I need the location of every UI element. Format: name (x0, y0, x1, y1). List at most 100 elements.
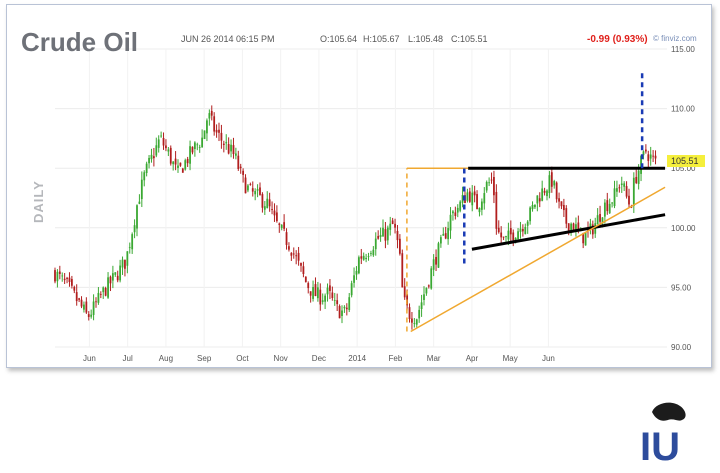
candle-body (437, 243, 440, 268)
candle-body (314, 284, 317, 297)
candle-body (157, 139, 160, 148)
candle-body (442, 233, 445, 236)
bull-bear-icon (652, 402, 686, 421)
candle-body (599, 214, 601, 222)
candle-body (56, 271, 59, 282)
candle-body (560, 201, 563, 207)
candle-body (220, 132, 223, 141)
candle-body (242, 170, 245, 175)
candle-body (97, 292, 100, 303)
candle-body (538, 198, 541, 202)
candle-body (278, 223, 281, 225)
candle-body (425, 287, 428, 294)
candle-body (500, 232, 503, 238)
candle-body (326, 287, 329, 295)
candle-body (567, 223, 570, 231)
candle-body (546, 190, 548, 197)
candle-body (152, 156, 155, 159)
candle-body (418, 309, 421, 319)
x-tick-label-8: Feb (389, 354, 403, 363)
candle-body (389, 223, 392, 230)
candle-body (63, 278, 66, 281)
candle-body (493, 177, 495, 196)
last-price-label: 105.51 (671, 156, 699, 166)
candle-body (309, 291, 312, 296)
x-tick-label-1: Jul (123, 354, 133, 363)
candle-body (244, 177, 247, 194)
candle-body (374, 238, 377, 250)
candle-body (307, 283, 310, 289)
candle-body (198, 147, 201, 148)
candle-body (114, 272, 117, 275)
candle-body (471, 192, 474, 206)
candle-body (372, 249, 375, 256)
candle-body (237, 155, 240, 169)
candle-body (413, 323, 416, 325)
candle-body (623, 183, 626, 187)
header-datetime: JUN 26 2014 06:15 PM (181, 34, 275, 44)
candle-body (427, 285, 430, 287)
candle-body (391, 220, 394, 224)
candle-body (603, 202, 606, 217)
candle-body (131, 234, 134, 250)
candle-body (140, 179, 143, 200)
candle-body (104, 288, 107, 296)
candle-body (649, 154, 652, 159)
header-change: -0.99 (0.93%) (587, 34, 648, 45)
candle-body (343, 306, 346, 309)
candle-body (512, 232, 515, 241)
candle-body (102, 287, 105, 293)
chart-title: Crude Oil (21, 27, 138, 57)
candle-body (519, 228, 522, 232)
candle-body (249, 184, 252, 185)
candle-body (70, 279, 73, 286)
candle-body (606, 200, 609, 212)
candle-body (543, 190, 546, 193)
logo-text: IU (640, 425, 680, 466)
candle-body (432, 259, 435, 270)
x-axis: Jun Jul Aug Sep Oct Nov Dec 2014 Feb Mar Apr May Jun (83, 354, 555, 363)
candle-body (225, 142, 228, 144)
candle-body (396, 230, 399, 241)
iu-logo: IU (640, 402, 686, 466)
candle-body (66, 277, 68, 279)
header-open: O:105.64 (320, 34, 357, 44)
candle-body (285, 232, 288, 245)
y-tick-label-5: 90.00 (671, 343, 692, 352)
candle-body (652, 155, 655, 157)
candle-body (505, 236, 507, 238)
candle-body (449, 214, 452, 231)
candle-body (553, 181, 556, 186)
candle-body (509, 228, 512, 235)
candle-body (232, 145, 235, 155)
candle-body (280, 224, 283, 229)
candle-body (435, 256, 437, 265)
candle-body (558, 198, 560, 202)
candle-body (517, 231, 519, 240)
candle-body (283, 222, 286, 229)
candle-body (254, 191, 257, 195)
candle-body (529, 207, 532, 222)
candle-body (613, 188, 616, 207)
x-tick-label-11: May (503, 354, 518, 363)
candle-body (411, 318, 413, 323)
candle-body (360, 256, 363, 259)
candle-body (637, 170, 640, 184)
candle-body (485, 181, 488, 191)
candle-body (562, 205, 565, 211)
chart-frame: 115.00 110.00 105.00 100.00 95.00 90.00 Jun Ju… (6, 4, 712, 368)
candle-body (261, 194, 264, 208)
candle-body (99, 294, 102, 295)
candle-body (379, 234, 382, 237)
candle-body (58, 271, 61, 274)
candle-body (218, 129, 220, 133)
candle-body (398, 238, 401, 254)
candle-body (526, 221, 529, 226)
candle-body (635, 176, 638, 183)
candle-body (488, 182, 491, 184)
candle-body (85, 301, 88, 313)
candle-body (647, 154, 650, 161)
candle-body (251, 188, 254, 192)
candle-body (611, 202, 614, 204)
candle-body (133, 225, 136, 233)
